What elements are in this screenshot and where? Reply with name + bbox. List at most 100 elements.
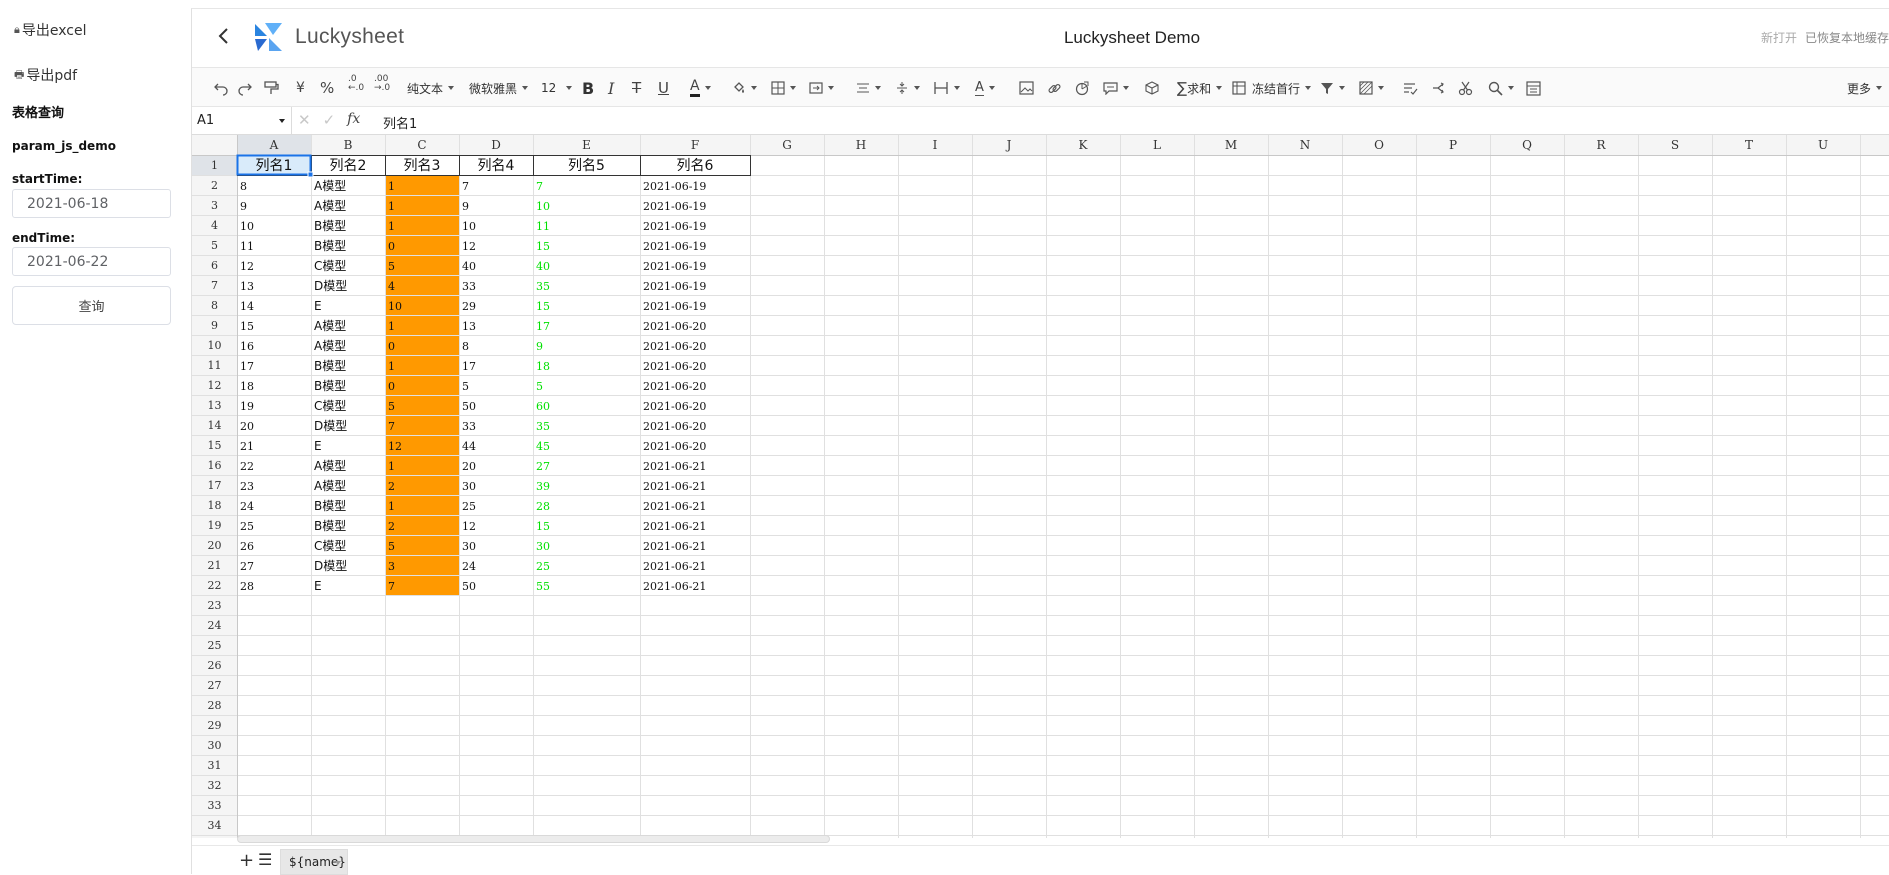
add-sheet-button[interactable]: + (239, 850, 254, 871)
chevron-down-icon (448, 86, 455, 90)
horizontal-scrollbar[interactable] (237, 835, 830, 843)
data-cell: E (314, 579, 322, 593)
format-select[interactable]: 纯文本 (407, 77, 455, 99)
row-header-30: 30 (208, 739, 222, 752)
italic-button[interactable]: I (608, 77, 614, 99)
end-time-input[interactable] (12, 247, 171, 276)
fill-handle[interactable] (307, 171, 314, 178)
data-validation-button[interactable] (1403, 77, 1418, 99)
data-cell: 20 (462, 460, 476, 473)
bold-button[interactable]: B (582, 77, 594, 99)
row-header-12: 12 (208, 379, 222, 392)
sheet-list-button[interactable]: ☰ (258, 850, 272, 869)
underline-button[interactable]: U (658, 77, 669, 99)
row-header-7: 7 (211, 279, 218, 292)
currency-button[interactable]: ¥ (296, 77, 305, 99)
column-header-J: J (1005, 138, 1012, 152)
data-cell: 35 (536, 280, 550, 293)
grid-viewport[interactable]: A B C D E F G H I J K L M N O P Q R S T U 1 2 3 4 5 6 7 8 9 10 11 12 13 14… (192, 135, 1889, 838)
insert-chart-button[interactable] (1075, 77, 1090, 99)
data-cell: 27 (536, 460, 550, 473)
cancel-icon[interactable]: ✕ (298, 111, 311, 129)
back-arrow-icon[interactable] (215, 26, 231, 46)
image-icon (1019, 81, 1034, 95)
column-header-R: R (1596, 138, 1606, 152)
more-button[interactable]: 更多 (1847, 77, 1883, 99)
data-cell: 8 (462, 340, 469, 353)
screenshot-button[interactable] (1458, 77, 1473, 99)
formula-actions: ✕ ✓ fx (298, 111, 360, 129)
data-cell: 2021-06-19 (643, 220, 706, 233)
data-cell: 40 (462, 260, 476, 273)
sheet-tab[interactable]: ${name} (280, 849, 348, 875)
decrease-decimal-button[interactable]: .0 ←.0 (348, 75, 364, 97)
data-cell: 0 (388, 380, 395, 393)
redo-button[interactable] (237, 77, 253, 99)
cell-name-box[interactable]: A1 (192, 107, 292, 134)
data-cell: 23 (240, 480, 254, 493)
text-wrap-button[interactable] (933, 77, 960, 99)
pivot-button[interactable] (1145, 77, 1159, 99)
chevron-down-icon (1339, 86, 1345, 90)
strikethrough-button[interactable]: T (632, 77, 641, 99)
data-cell: 40 (536, 260, 550, 273)
print-button[interactable] (1526, 77, 1541, 99)
valign-button[interactable] (895, 77, 920, 99)
filter-button[interactable] (1320, 77, 1345, 99)
comment-button[interactable] (1103, 77, 1129, 99)
chevron-down-icon (751, 86, 757, 90)
font-size-select[interactable]: 12 (541, 77, 573, 99)
column-header-I: I (933, 138, 938, 152)
text-color-button[interactable]: A (690, 77, 711, 99)
export-pdf-link[interactable]: 🖶︎ 导出pdf (14, 65, 77, 85)
paint-format-button[interactable] (263, 77, 279, 99)
query-button[interactable]: 查询 (12, 286, 171, 325)
fx-icon[interactable]: fx (347, 111, 360, 129)
data-cell: 26 (240, 540, 254, 553)
formula-input[interactable]: 列名1 (383, 113, 417, 132)
data-cell: 1 (388, 500, 395, 513)
search-button[interactable] (1488, 77, 1514, 99)
sum-icon: ∑ (1177, 79, 1188, 97)
border-button[interactable] (771, 77, 796, 99)
column-header-H: H (856, 138, 866, 152)
sheet-header: Luckysheet Luckysheet Demo 新打开 已恢复本地缓存 (192, 9, 1889, 67)
data-cell: 1 (388, 320, 395, 333)
column-header-U: U (1818, 138, 1828, 152)
data-cell: 2021-06-20 (643, 340, 706, 353)
data-cell: B模型 (314, 499, 346, 513)
data-cell: 10 (536, 200, 550, 213)
insert-link-button[interactable] (1047, 77, 1062, 99)
underline-icon: U (658, 79, 669, 97)
column-header-F: F (691, 138, 699, 152)
currency-icon: ¥ (296, 80, 305, 96)
percent-button[interactable]: % (320, 77, 334, 99)
confirm-icon[interactable]: ✓ (323, 111, 336, 129)
insert-image-button[interactable] (1019, 77, 1034, 99)
align-button[interactable] (856, 77, 881, 99)
export-excel-link[interactable]: 🔒︎ 导出excel (14, 20, 86, 40)
data-cell: 14 (240, 300, 254, 313)
text-rotate-button[interactable]: A (975, 77, 995, 99)
fill-color-button[interactable] (732, 77, 757, 99)
sum-button[interactable]: ∑ 求和 (1177, 77, 1223, 99)
merge-button[interactable] (809, 77, 834, 99)
data-cell: 11 (240, 240, 254, 253)
data-cell: D模型 (314, 559, 347, 573)
cell-grid[interactable]: A B C D E F G H I J K L M N O P Q R S T U1234567891011121314… (192, 135, 1889, 838)
data-cell: 2021-06-21 (643, 460, 706, 473)
column-header-L: L (1153, 138, 1161, 152)
data-cell: B模型 (314, 359, 346, 373)
lock-icon: 🔒︎ (14, 23, 20, 36)
freeze-button[interactable]: 冻结首行 (1232, 77, 1312, 99)
split-column-button[interactable] (1432, 77, 1446, 99)
conditional-format-button[interactable] (1359, 77, 1384, 99)
chevron-down-icon (1508, 86, 1514, 90)
increase-decimal-button[interactable]: .00 →.0 (374, 75, 390, 97)
fill-color-icon (734, 82, 744, 93)
luckysheet-container: Luckysheet Luckysheet Demo 新打开 已恢复本地缓存 ¥ … (191, 8, 1889, 875)
data-cell: 30 (536, 540, 550, 553)
start-time-input[interactable] (12, 189, 171, 218)
font-select[interactable]: 微软雅黑 (469, 77, 529, 99)
undo-button[interactable] (213, 77, 229, 99)
